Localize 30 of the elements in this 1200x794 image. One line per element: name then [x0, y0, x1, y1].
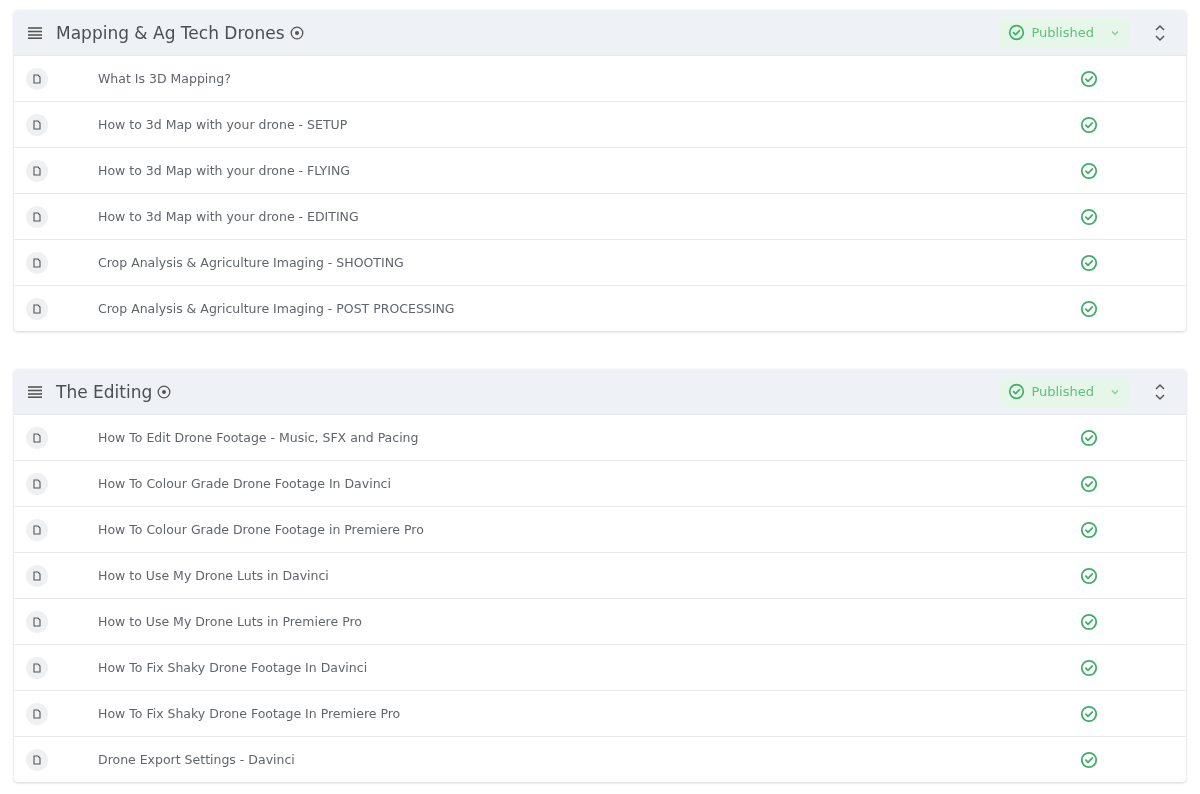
lesson-row[interactable]: How to 3d Map with your drone - EDITING: [14, 193, 1186, 239]
lesson-title: How To Edit Drone Footage - Music, SFX and Pacing: [98, 430, 420, 445]
lesson-row[interactable]: How To Fix Shaky Drone Footage In Davinci: [14, 644, 1186, 690]
lesson-title: How To Fix Shaky Drone Footage In Davinci: [98, 660, 369, 675]
lesson-title: Drone Export Settings - Davinci: [98, 752, 296, 767]
lesson-title: How to 3d Map with your drone - EDITING: [98, 209, 360, 224]
lesson-title: How To Fix Shaky Drone Footage In Premiere Pro: [98, 706, 402, 721]
lesson-row[interactable]: Crop Analysis & Agriculture Imaging - POST PROCESSING: [14, 285, 1186, 331]
lesson-title: Crop Analysis & Agriculture Imaging - SHOOTING: [98, 255, 405, 270]
lesson-title: How To Colour Grade Drone Footage in Premiere Pro: [98, 522, 425, 537]
lesson-title: Crop Analysis & Agriculture Imaging - POST PROCESSING: [98, 301, 456, 316]
lesson-row[interactable]: How To Fix Shaky Drone Footage In Premiere Pro: [14, 690, 1186, 736]
lesson-title: How to 3d Map with your drone - SETUP: [98, 117, 349, 132]
lesson-title: How to 3d Map with your drone - FLYING: [98, 163, 351, 178]
lesson-row[interactable]: How To Colour Grade Drone Footage in Premiere Pro: [14, 506, 1186, 552]
section-title: Mapping & Ag Tech Drones: [56, 22, 285, 43]
lesson-title: How to Use My Drone Luts in Premiere Pro: [98, 614, 363, 629]
lesson-row[interactable]: Crop Analysis & Agriculture Imaging - SHOOTING: [14, 239, 1186, 285]
lesson-title: How To Colour Grade Drone Footage In Davinci: [98, 476, 392, 491]
lesson-row[interactable]: Drone Export Settings - Davinci: [14, 736, 1186, 782]
lesson-row[interactable]: What Is 3D Mapping?: [14, 55, 1186, 101]
section-title: The Editing: [56, 381, 153, 402]
lesson-title: What Is 3D Mapping?: [98, 71, 232, 86]
lesson-row[interactable]: How To Colour Grade Drone Footage In Davinci: [14, 460, 1186, 506]
lesson-row[interactable]: How to 3d Map with your drone - SETUP: [14, 101, 1186, 147]
lesson-row[interactable]: How to Use My Drone Luts in Premiere Pro: [14, 598, 1186, 644]
lesson-row[interactable]: How To Edit Drone Footage - Music, SFX and Pacing: [14, 414, 1186, 460]
lesson-row[interactable]: How to Use My Drone Luts in Davinci: [14, 552, 1186, 598]
lesson-title: How to Use My Drone Luts in Davinci: [98, 568, 330, 583]
lesson-row[interactable]: How to 3d Map with your drone - FLYING: [14, 147, 1186, 193]
